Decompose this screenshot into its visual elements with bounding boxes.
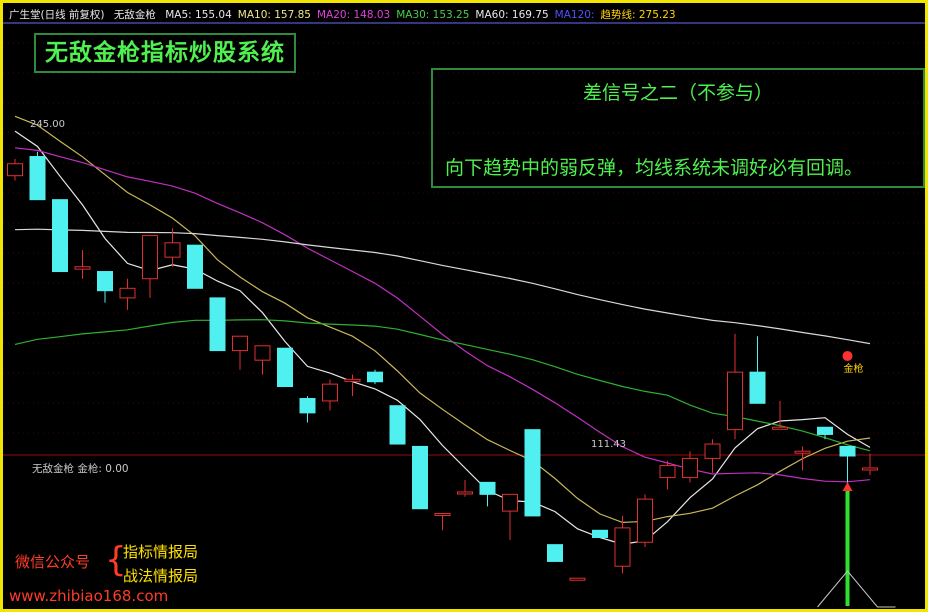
candle-body	[142, 235, 158, 280]
candle-body	[727, 371, 743, 431]
wechat-account-1: 指标情报局	[123, 543, 199, 561]
candle-body	[839, 445, 856, 457]
candle-body	[659, 465, 676, 479]
ma-readout: MA60: 169.75	[475, 9, 549, 21]
gold-gun-signal: 金枪	[817, 351, 896, 608]
candle-body	[164, 242, 181, 258]
candle-body	[97, 271, 113, 292]
ma-readout: MA5: 155.04	[165, 9, 232, 21]
low-label: 111.43	[591, 439, 626, 450]
candle-body	[479, 481, 496, 495]
candle-body	[209, 297, 226, 352]
candle-body	[817, 426, 833, 435]
candle-body	[524, 429, 541, 517]
candlestick-series	[7, 151, 878, 581]
ma-readouts: MA5: 155.04 MA10: 157.85 MA20: 148.03 MA30:…	[165, 9, 681, 21]
candle-body	[254, 345, 271, 361]
chart-frame: 245.00 111.43 金枪 广生堂(日线 前复权) 无敌金枪 MA5: 15…	[0, 0, 928, 612]
ma-readout: MA120:	[554, 9, 595, 21]
ma20-line	[14, 147, 871, 483]
candle-body	[704, 443, 721, 459]
candle-body	[772, 426, 788, 430]
candle-body	[344, 378, 361, 382]
candle-body	[637, 498, 653, 543]
candle-body	[412, 445, 428, 510]
wechat-account-2: 战法情报局	[123, 567, 199, 585]
candle-body	[277, 347, 293, 388]
indicator-name: 无敌金枪	[113, 9, 156, 21]
ma-readout: MA20: 148.03	[316, 9, 391, 21]
candle-body	[322, 383, 338, 402]
candle-body	[614, 527, 631, 567]
high-label: 245.00	[30, 119, 65, 130]
note-body: 向下趋势中的弱反弹，均线系统未调好必有回调。	[445, 157, 864, 179]
ma-readout: MA10: 157.85	[237, 9, 311, 21]
candle-body	[502, 493, 518, 512]
candle-body	[232, 335, 248, 352]
wechat-label: 微信公众号	[15, 553, 91, 571]
ma-readout: 趋势线: 275.23	[600, 9, 676, 21]
candle-body	[457, 491, 473, 495]
signal-note-box: 差信号之二（不参与） 向下趋势中的弱反弹，均线系统未调好必有回调。	[431, 68, 925, 188]
chart-header: 广生堂(日线 前复权) 无敌金枪 MA5: 155.04 MA10: 157.85…	[9, 7, 688, 22]
signal-label: 金枪	[844, 362, 864, 375]
stock-title: 广生堂(日线 前复权)	[9, 9, 105, 21]
signal-dot	[842, 351, 853, 361]
note-title: 差信号之二（不参与）	[582, 82, 773, 104]
candle-body	[682, 457, 698, 479]
candle-body	[569, 577, 586, 581]
candle-body	[29, 156, 46, 201]
candle-body	[299, 398, 316, 414]
sub-panel-label: 无敌金枪 金枪: 0.00	[32, 463, 129, 475]
candle-body	[749, 371, 766, 404]
candle-body	[389, 405, 406, 445]
candle-body	[187, 244, 203, 289]
candle-body	[74, 266, 91, 270]
system-title-box: 无敌金枪指标炒股系统	[34, 33, 296, 73]
website-link[interactable]: www.zhibiao168.com	[9, 587, 168, 605]
signal-peak-line	[817, 570, 896, 608]
signal-arrow	[842, 482, 853, 491]
candle-body	[862, 467, 878, 471]
candle-body	[367, 371, 383, 383]
ma-readout: MA30: 153.25	[396, 9, 470, 21]
candle-body	[592, 529, 608, 538]
candle-body	[434, 513, 451, 517]
candle-body	[52, 199, 68, 273]
candle-body	[794, 450, 811, 454]
candle-body	[547, 544, 563, 562]
candle-body	[7, 163, 23, 177]
candle-body	[119, 287, 136, 299]
